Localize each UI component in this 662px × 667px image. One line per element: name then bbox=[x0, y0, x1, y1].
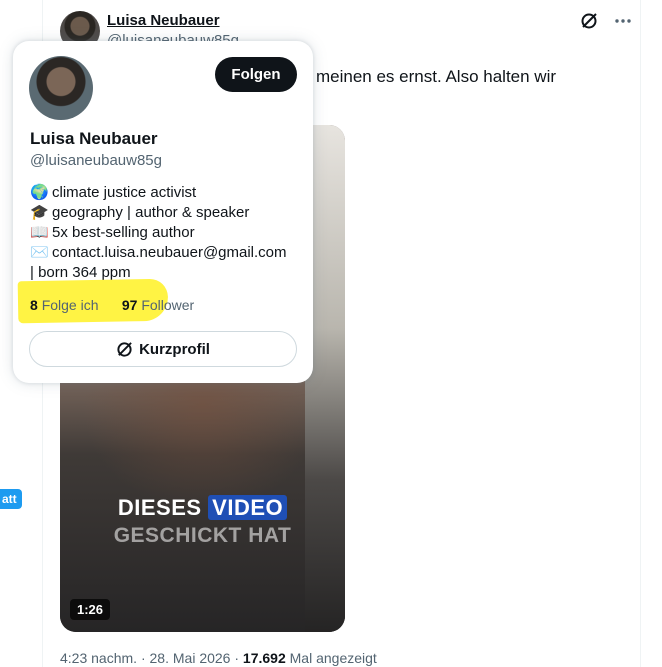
post-actions bbox=[578, 10, 634, 32]
card-stats: 8 Folge ich 97 Follower bbox=[30, 297, 194, 313]
timeline-border-right bbox=[640, 0, 641, 667]
post-author-name[interactable]: Luisa Neubauer bbox=[107, 12, 220, 29]
views-count: 17.692 bbox=[242, 650, 286, 666]
bio-line: 🌍 climate justice activist bbox=[30, 184, 197, 201]
card-bio: 🌍 climate justice activist 🎓 geography | a… bbox=[30, 183, 310, 283]
bio-line: 📖 5x best-selling author bbox=[30, 224, 195, 241]
post-text: meinen es ernst. Also halten wir bbox=[316, 67, 557, 86]
left-edge-button[interactable]: att bbox=[0, 489, 22, 509]
post-meta: 4:23 nachm. · 28. Mai 2026 · 17.692 Mal … bbox=[60, 650, 377, 666]
profile-hover-card: Folgen Luisa Neubauer @luisaneubauw85g 🌍… bbox=[13, 41, 313, 383]
video-caption-line1: DIESES VIDEO bbox=[60, 495, 345, 521]
bio-line: ✉️ contact.luisa.neubauer@gmail.com bbox=[30, 244, 287, 261]
bio-line: 🎓 geography | author & speaker bbox=[30, 204, 250, 221]
post-time[interactable]: 4:23 nachm. bbox=[60, 650, 137, 666]
more-icon[interactable] bbox=[612, 10, 634, 32]
card-name[interactable]: Luisa Neubauer bbox=[30, 129, 158, 149]
grok-icon bbox=[117, 341, 132, 357]
following-link[interactable]: 8 Folge ich bbox=[30, 297, 99, 313]
globe-icon: 🌍 bbox=[30, 184, 49, 201]
card-avatar[interactable] bbox=[29, 56, 93, 120]
graduation-cap-icon: 🎓 bbox=[30, 204, 49, 221]
post-date[interactable]: 28. Mai 2026 bbox=[150, 650, 231, 666]
video-duration: 1:26 bbox=[70, 599, 111, 620]
followers-link[interactable]: 97 Follower bbox=[122, 297, 194, 313]
book-icon: 📖 bbox=[30, 224, 49, 241]
views-label: Mal angezeigt bbox=[289, 650, 377, 666]
grok-icon[interactable] bbox=[578, 10, 600, 32]
video-caption-line2: GESCHICKT HAT bbox=[113, 524, 292, 547]
envelope-icon: ✉️ bbox=[30, 244, 49, 261]
card-handle[interactable]: @luisaneubauw85g bbox=[30, 152, 162, 169]
profile-summary-button[interactable]: Kurzprofil bbox=[29, 331, 297, 367]
follow-button[interactable]: Folgen bbox=[215, 57, 297, 92]
